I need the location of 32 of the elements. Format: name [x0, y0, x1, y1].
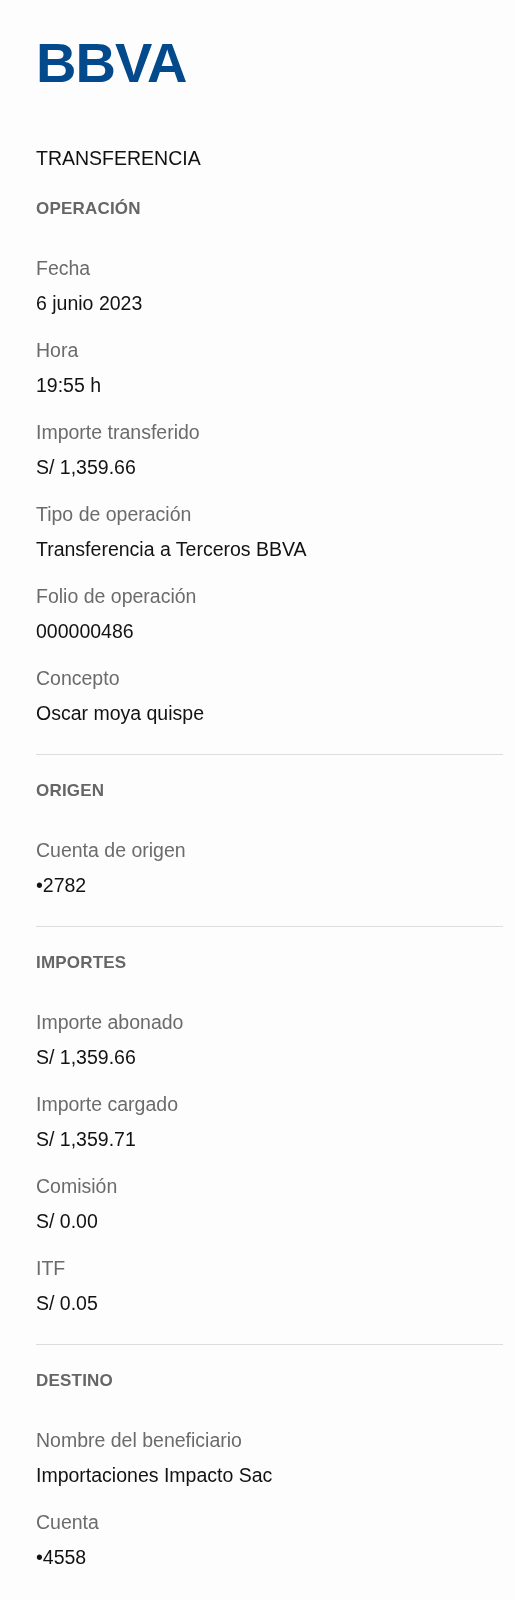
- field-label: Folio de operación: [36, 584, 198, 608]
- field-label: Importe abonado: [36, 1010, 185, 1034]
- field-label: Nombre del beneficiario: [36, 1428, 243, 1452]
- field-value: •2782: [36, 873, 88, 897]
- section-heading: ORIGEN: [36, 780, 106, 802]
- field-label: ITF: [36, 1256, 67, 1280]
- field-value: S/ 0.05: [36, 1291, 99, 1315]
- field-label: Importe cargado: [36, 1092, 179, 1116]
- bank-logo: BBVA: [36, 41, 187, 84]
- field-label: Hora: [36, 338, 80, 362]
- field-label: Tipo de operación: [36, 502, 193, 526]
- field-value: •4558: [36, 1545, 88, 1569]
- field-value: S/ 1,359.71: [36, 1127, 137, 1151]
- field-label: Cuenta: [36, 1510, 100, 1534]
- section-heading: DESTINO: [36, 1370, 114, 1392]
- field-value: Oscar moya quispe: [36, 701, 205, 725]
- page-title: TRANSFERENCIA: [36, 146, 202, 170]
- section-heading: OPERACIÓN: [36, 198, 142, 220]
- field-value: 6 junio 2023: [36, 291, 144, 315]
- field-label: Fecha: [36, 256, 92, 280]
- field-value: S/ 1,359.66: [36, 1045, 137, 1069]
- section-heading: IMPORTES: [36, 952, 128, 974]
- field-value: Transferencia a Terceros BBVA: [36, 537, 308, 561]
- field-value: Importaciones Impacto Sac: [36, 1463, 274, 1487]
- field-label: Importe transferido: [36, 420, 201, 444]
- field-value: S/ 1,359.66: [36, 455, 137, 479]
- field-value: 000000486: [36, 619, 135, 643]
- field-value: 19:55 h: [36, 373, 103, 397]
- field-value: S/ 0.00: [36, 1209, 99, 1233]
- field-label: Concepto: [36, 666, 121, 690]
- field-label: Cuenta de origen: [36, 838, 187, 862]
- field-label: Comisión: [36, 1174, 119, 1198]
